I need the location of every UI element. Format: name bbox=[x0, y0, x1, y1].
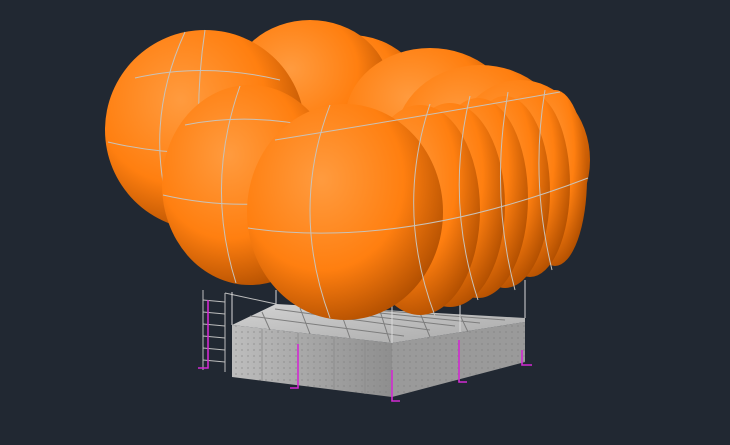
balloon-front-row bbox=[247, 89, 589, 320]
balloon-cluster[interactable] bbox=[105, 20, 590, 320]
cad-model-canvas[interactable] bbox=[0, 0, 730, 445]
cad-viewport[interactable] bbox=[0, 0, 730, 445]
